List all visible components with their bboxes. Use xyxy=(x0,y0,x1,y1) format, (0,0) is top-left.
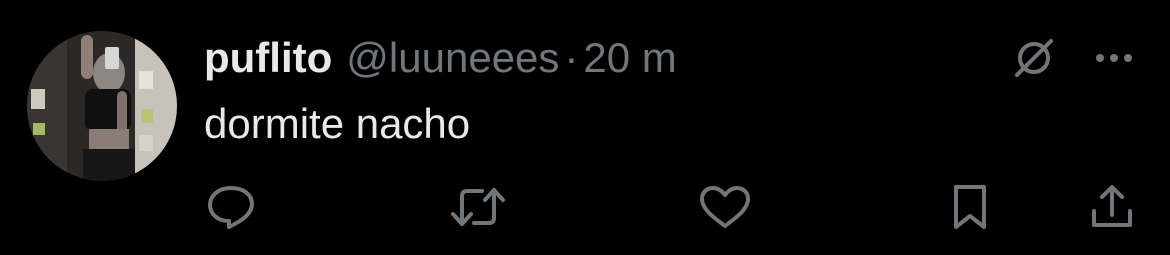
avatar-photo xyxy=(27,31,177,181)
separator-dot: · xyxy=(564,34,579,81)
avatar[interactable] xyxy=(27,31,177,181)
like-icon[interactable] xyxy=(697,182,753,232)
user-handle[interactable]: @luuneees xyxy=(346,30,559,86)
tweet[interactable]: puflito @luuneees · 20 m dormite nacho xyxy=(0,0,1170,255)
display-name[interactable]: puflito xyxy=(204,30,332,86)
tweet-top-actions xyxy=(1010,34,1134,82)
tweet-text: dormite nacho xyxy=(204,100,471,147)
tweet-header: puflito @luuneees · 20 m xyxy=(204,30,677,86)
retweet-icon[interactable] xyxy=(450,182,506,232)
grok-icon[interactable] xyxy=(1010,34,1058,82)
timestamp[interactable]: 20 m xyxy=(583,30,676,86)
reply-icon[interactable] xyxy=(203,182,259,232)
tweet-actions xyxy=(0,182,1170,232)
more-icon[interactable] xyxy=(1094,52,1134,64)
bookmark-icon[interactable] xyxy=(942,182,998,232)
share-icon[interactable] xyxy=(1084,182,1140,232)
